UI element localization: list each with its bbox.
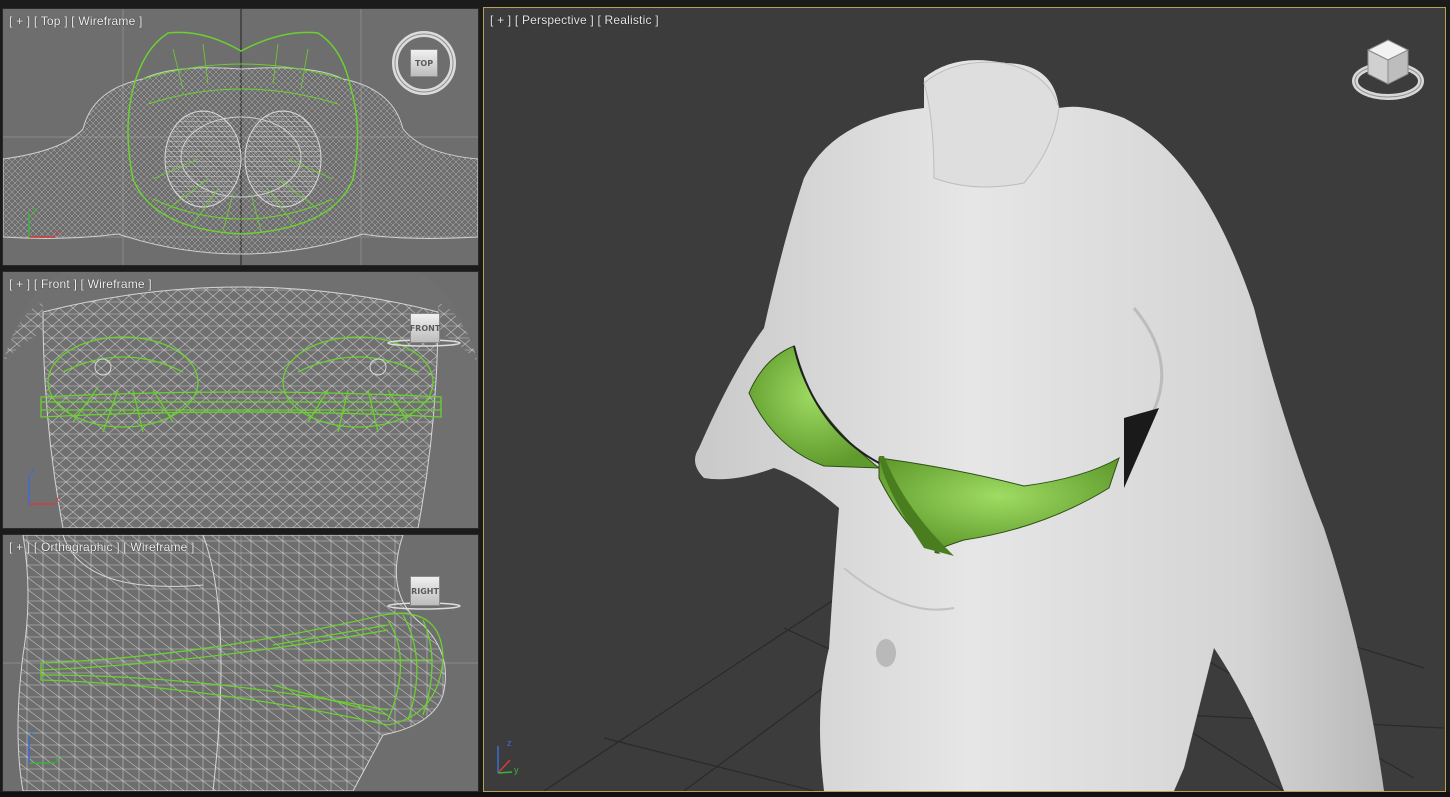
viewcube-front[interactable]: FRONT bbox=[386, 310, 466, 350]
viewcube-perspective[interactable] bbox=[1350, 36, 1428, 106]
axis-y-label: y bbox=[514, 765, 519, 775]
viewcube-face-top[interactable]: TOP bbox=[410, 49, 438, 77]
axis-z-label: z bbox=[30, 466, 35, 476]
axis-y-label: y bbox=[32, 205, 37, 215]
viewcube-3d bbox=[1352, 39, 1424, 100]
viewcube-ortho[interactable]: RIGHT bbox=[386, 573, 466, 613]
viewport-orthographic[interactable]: [ + ] [ Orthographic ] [ Wireframe ] y z… bbox=[2, 534, 479, 792]
viewcube-top[interactable]: TOP bbox=[391, 29, 461, 99]
viewport-perspective-label[interactable]: [ + ] [ Perspective ] [ Realistic ] bbox=[490, 13, 659, 27]
axis-z-label: z bbox=[507, 738, 512, 748]
viewport-perspective[interactable]: [ + ] [ Perspective ] [ Realistic ] z y bbox=[483, 7, 1446, 792]
axis-x-label: x bbox=[55, 494, 60, 504]
viewport-top-label[interactable]: [ + ] [ Top ] [ Wireframe ] bbox=[9, 14, 143, 28]
viewcube-face-right[interactable]: RIGHT bbox=[410, 576, 440, 606]
viewport-front-label[interactable]: [ + ] [ Front ] [ Wireframe ] bbox=[9, 277, 152, 291]
viewport-front[interactable]: [ + ] [ Front ] [ Wireframe ] x z FRONT bbox=[2, 271, 479, 529]
axis-x-label: x bbox=[55, 227, 60, 237]
viewcube-face-front[interactable]: FRONT bbox=[410, 313, 440, 343]
viewport-top[interactable]: [ + ] [ Top ] [ Wireframe ] x y TOP bbox=[2, 8, 479, 266]
axis-y-label: y bbox=[55, 753, 60, 763]
perspective-scene bbox=[497, 60, 1445, 791]
axis-z-label: z bbox=[30, 727, 35, 737]
status-strip bbox=[0, 792, 1450, 797]
viewport-ortho-label[interactable]: [ + ] [ Orthographic ] [ Wireframe ] bbox=[9, 540, 195, 554]
